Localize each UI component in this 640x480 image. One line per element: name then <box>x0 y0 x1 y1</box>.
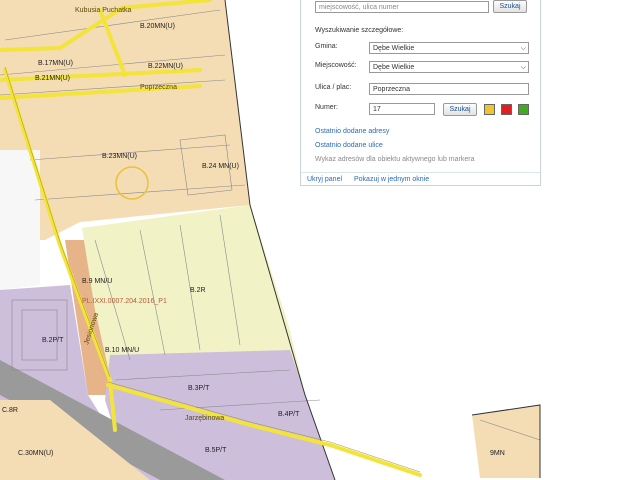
single-window-link[interactable]: Pokazuj w jednym oknie <box>354 176 429 183</box>
zone-label: B.4P/T <box>278 411 300 418</box>
zone-label: B.2R <box>190 287 206 294</box>
zone-label: B.5P/T <box>205 447 227 454</box>
ulica-input[interactable]: Poprzeczna <box>369 83 529 95</box>
zone-label: B.17MN(U) <box>38 60 73 67</box>
address-search-input[interactable]: miejscowość, ulica numer <box>315 1 489 13</box>
chevron-down-icon: ⌵ <box>520 45 526 52</box>
recent-streets-link[interactable]: Ostatnio dodane ulice <box>315 142 383 149</box>
yellow-marker-swatch[interactable] <box>484 104 495 115</box>
zone-label: 9MN <box>490 450 505 457</box>
gmina-label: Gmina: <box>315 43 338 50</box>
gmina-select[interactable]: Dębe Wielkie ⌵ <box>369 42 529 54</box>
chevron-down-icon: ⌵ <box>520 64 526 71</box>
address-search-button[interactable]: Szukaj <box>493 0 527 13</box>
green-marker-swatch[interactable] <box>518 104 529 115</box>
detailed-search-title: Wyszukiwanie szczegółowe: <box>315 27 404 34</box>
address-list-note: Wykaz adresów dla obiektu aktywnego lub … <box>315 156 475 163</box>
miejscowosc-label: Miejscowość: <box>315 62 357 69</box>
zone-label: B.24 MN(U) <box>202 163 239 170</box>
plan-id-label: PL.IXXI.0007.204.2016_P1 <box>82 298 167 305</box>
zone-label: B.20MN(U) <box>140 23 175 30</box>
street-label-poprzeczna: Poprzeczna <box>140 84 177 91</box>
number-search-button[interactable]: Szukaj <box>443 103 477 116</box>
panel-footer: Ukryj panel Pokazuj w jednym oknie <box>301 172 540 187</box>
gmina-value: Dębe Wielkie <box>373 45 415 52</box>
zone-label: B.9 MN/U <box>82 278 112 285</box>
hide-panel-link[interactable]: Ukryj panel <box>307 176 342 183</box>
miejscowosc-value: Dębe Wielkie <box>373 64 415 71</box>
zone-label: B.22MN(U) <box>148 63 183 70</box>
red-marker-swatch[interactable] <box>501 104 512 115</box>
zone-label: B.21MN(U) <box>35 75 70 82</box>
zone-label: B.2P/T <box>42 337 64 344</box>
street-label-jarzebinowa: Jarzębinowa <box>185 415 224 422</box>
zone-label: C.8R <box>2 407 18 414</box>
zone-label: C.30MN(U) <box>18 450 53 457</box>
ulica-label: Ulica / plac: <box>315 84 352 91</box>
recent-addresses-link[interactable]: Ostatnio dodane adresy <box>315 128 389 135</box>
search-panel: miejscowość, ulica numer Szukaj Wyszukiw… <box>300 0 541 186</box>
zone-label: B.3P/T <box>188 385 210 392</box>
numer-input[interactable]: 17 <box>369 103 435 115</box>
numer-label: Numer: <box>315 104 338 111</box>
street-label-kubusia: Kubusia Puchatka <box>75 7 132 14</box>
zone-label: B.23MN(U) <box>102 153 137 160</box>
zone-label: B.10 MN/U <box>105 347 139 354</box>
miejscowosc-select[interactable]: Dębe Wielkie ⌵ <box>369 61 529 73</box>
zone-residential-bottom-right <box>472 405 540 478</box>
zone-built-area <box>0 150 40 290</box>
